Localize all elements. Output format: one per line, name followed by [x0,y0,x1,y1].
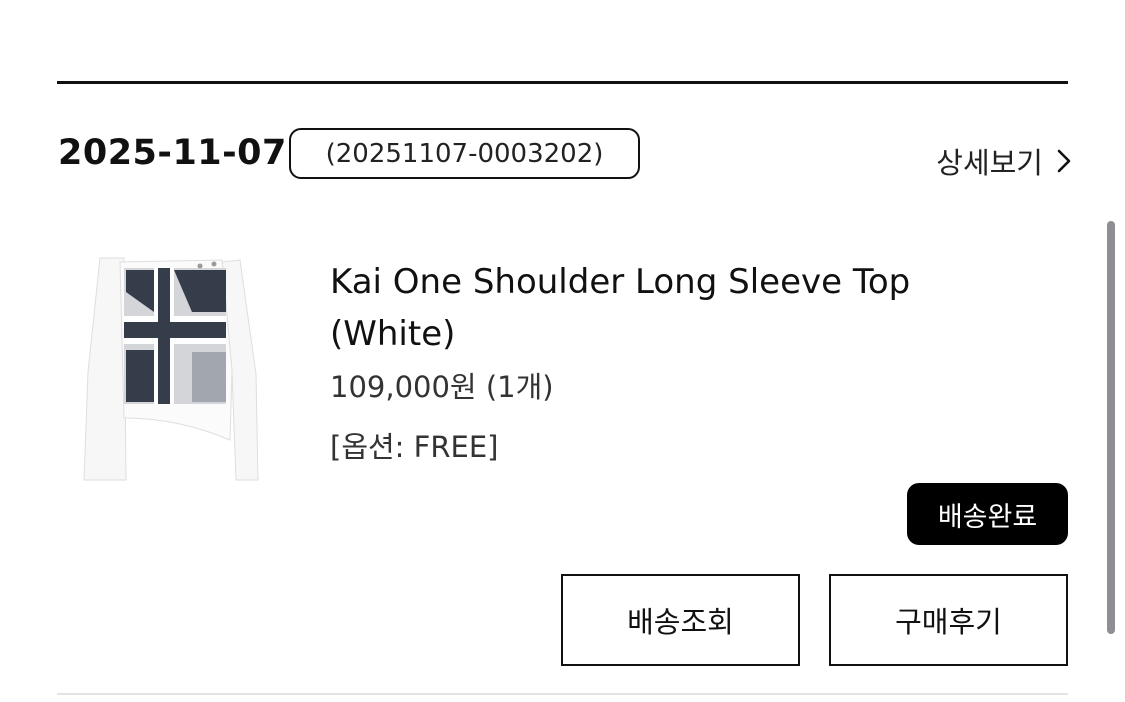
product-name[interactable]: Kai One Shoulder Long Sleeve Top (White) [330,256,930,360]
write-review-button[interactable]: 구매후기 [829,574,1068,666]
order-number: (20251107-0003202) [289,128,640,179]
order-detail-label: 상세보기 [936,146,1043,180]
bottom-divider [57,693,1068,695]
delivery-status-badge: 배송완료 [907,483,1068,545]
track-delivery-button[interactable]: 배송조회 [561,574,800,666]
product-option: [옵션: FREE] [330,430,499,464]
scrollbar[interactable] [1107,221,1115,634]
top-divider [57,81,1068,84]
order-detail-link[interactable]: 상세보기 [936,140,1071,182]
product-thumbnail[interactable] [80,252,262,484]
product-price: 109,000원 (1개) [330,370,554,404]
chevron-right-icon [1057,149,1071,173]
order-date: 2025-11-07 [58,133,287,173]
